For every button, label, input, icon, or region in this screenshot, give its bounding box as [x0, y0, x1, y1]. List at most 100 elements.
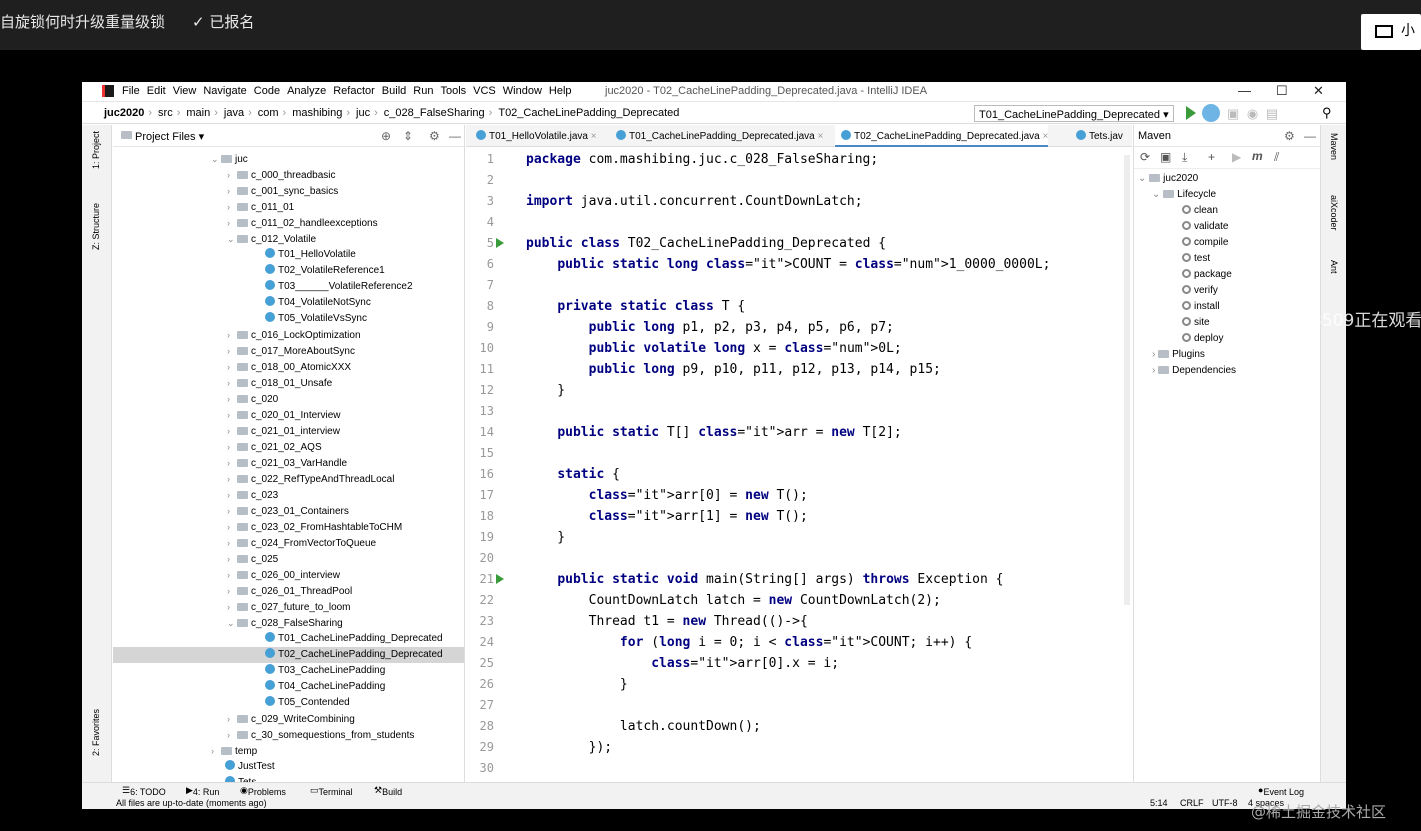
close-tab-icon[interactable]: × [1040, 131, 1048, 142]
small-window-button[interactable]: 小 [1361, 14, 1421, 50]
code-line[interactable]: 4 [466, 212, 1132, 233]
chevron-right-icon[interactable]: › [227, 727, 237, 743]
maven-goal[interactable]: package [1182, 267, 1232, 283]
cursor-position[interactable]: 5:14 [1150, 798, 1168, 808]
tree-folder[interactable]: › c_023_01_Containers [227, 503, 349, 519]
code-line[interactable]: 11 public long p9, p10, p11, p12, p13, p… [466, 359, 1132, 380]
chevron-right-icon[interactable]: › [227, 487, 237, 503]
code-line[interactable]: 15 [466, 443, 1132, 464]
tree-file[interactable]: T05_Contended [265, 695, 350, 711]
chevron-right-icon[interactable]: › [227, 391, 237, 407]
tree-folder[interactable]: ⌄ c_028_FalseSharing [227, 615, 343, 631]
menu-item-refactor[interactable]: Refactor [333, 85, 375, 97]
maven-goal[interactable]: validate [1182, 219, 1228, 235]
maven-goal[interactable]: install [1182, 299, 1220, 315]
tree-folder[interactable]: › c_027_future_to_loom [227, 599, 351, 615]
tree-folder[interactable]: › c_30_somequestions_from_students [227, 727, 414, 743]
menu-item-navigate[interactable]: Navigate [203, 85, 246, 97]
code-line[interactable]: 20 [466, 548, 1132, 569]
code-line[interactable]: 12 } [466, 380, 1132, 401]
tree-folder[interactable]: › c_011_02_handleexceptions [227, 215, 378, 231]
chevron-right-icon[interactable]: › [227, 375, 237, 391]
chevron-right-icon[interactable]: › [227, 711, 237, 727]
code-line[interactable]: 10 public volatile long x = class="num">… [466, 338, 1132, 359]
tree-folder[interactable]: › c_018_01_Unsafe [227, 375, 332, 391]
tree-file[interactable]: T02_VolatileReference1 [265, 263, 385, 279]
tree-folder[interactable]: › c_025 [227, 551, 278, 567]
editor-tab[interactable]: T01_HelloVolatile.java × [470, 125, 597, 147]
chevron-right-icon[interactable]: › [227, 583, 237, 599]
refresh-icon[interactable]: ⟳ [1140, 150, 1150, 164]
editor-scrollbar[interactable] [1124, 155, 1130, 605]
maximize-icon[interactable]: ☐ [1276, 83, 1288, 99]
tree-folder[interactable]: › c_020_01_Interview [227, 407, 341, 423]
run-gutter-icon[interactable] [496, 238, 504, 248]
chevron-right-icon[interactable]: › [227, 455, 237, 471]
menu-item-edit[interactable]: Edit [147, 85, 166, 97]
tree-file[interactable]: T02_CacheLinePadding_Deprecated [265, 647, 443, 663]
chevron-right-icon[interactable]: › [227, 535, 237, 551]
tree-file[interactable]: JustTest [225, 759, 275, 775]
tree-folder[interactable]: › c_017_MoreAboutSync [227, 343, 355, 359]
tree-file[interactable]: T03______VolatileReference2 [265, 279, 413, 295]
chevron-right-icon[interactable]: › [227, 471, 237, 487]
code-line[interactable]: 22 CountDownLatch latch = new CountDownL… [466, 590, 1132, 611]
event-log-button[interactable]: ● Event Log [1258, 785, 1304, 797]
line-separator[interactable]: CRLF [1180, 798, 1204, 808]
tree-folder[interactable]: ⌄ c_012_Volatile [227, 231, 316, 247]
tree-folder[interactable]: › c_021_01_interview [227, 423, 340, 439]
tree-folder[interactable]: › c_011_01 [227, 199, 294, 215]
tree-folder[interactable]: › c_026_01_ThreadPool [227, 583, 352, 599]
code-line[interactable]: 8 private static class T { [466, 296, 1132, 317]
tree-folder[interactable]: › c_016_LockOptimization [227, 327, 361, 343]
aixcoder-tool-tab[interactable]: aiXcoder [1329, 195, 1339, 231]
tree-folder[interactable]: › c_023_02_FromHashtableToCHM [227, 519, 402, 535]
close-icon[interactable]: ✕ [1313, 83, 1324, 99]
tree-file[interactable]: T05_VolatileVsSync [265, 311, 367, 327]
maven-toolbar[interactable]: ⟳ ▣ ⤓ + ▶ m ⫽ [1134, 147, 1320, 169]
chevron-right-icon[interactable]: › [227, 503, 237, 519]
breadcrumb-item[interactable]: java [224, 107, 244, 119]
code-line[interactable]: 21 public static void main(String[] args… [466, 569, 1132, 590]
tree-folder[interactable]: › c_018_00_AtomicXXX [227, 359, 351, 375]
gear-icon[interactable]: ⚙ [1284, 129, 1295, 143]
menu-item-view[interactable]: View [173, 85, 197, 97]
minimize-icon[interactable]: — [1238, 83, 1251, 98]
maven-root[interactable]: ⌄ juc2020 [1138, 171, 1198, 187]
code-line[interactable]: 9 public long p1, p2, p3, p4, p5, p6, p7… [466, 317, 1132, 338]
favorites-tool-tab[interactable]: 2: Favorites [91, 709, 101, 756]
code-line[interactable]: 24 for (long i = 0; i < class="it">COUNT… [466, 632, 1132, 653]
code-line[interactable]: 25 class="it">arr[0].x = i; [466, 653, 1132, 674]
tree-folder[interactable]: ⌄ juc [211, 151, 248, 167]
chevron-right-icon[interactable]: › [227, 599, 237, 615]
ant-tool-tab[interactable]: Ant [1329, 260, 1339, 274]
code-line[interactable]: 23 Thread t1 = new Thread(()->{ [466, 611, 1132, 632]
hide-icon[interactable]: — [449, 129, 461, 143]
gear-icon[interactable]: ⚙ [429, 129, 440, 143]
tree-file[interactable]: Tets [225, 775, 256, 782]
editor-tab-active[interactable]: T02_CacheLinePadding_Deprecated.java × [835, 125, 1049, 147]
tree-file[interactable]: T04_CacheLinePadding [265, 679, 385, 695]
chevron-right-icon[interactable]: › [211, 743, 221, 759]
chevron-right-icon[interactable]: › [227, 567, 237, 583]
maven-goal[interactable]: test [1182, 251, 1210, 267]
tree-file[interactable]: T04_VolatileNotSync [265, 295, 371, 311]
tree-file[interactable]: T01_CacheLinePadding_Deprecated [265, 631, 443, 647]
maven-goal[interactable]: compile [1182, 235, 1228, 251]
chevron-right-icon[interactable]: › [227, 215, 237, 231]
run-tool-button[interactable]: ▶ 4: Run [186, 785, 219, 797]
close-tab-icon[interactable]: × [588, 131, 597, 142]
maven-goal-icon[interactable]: m [1252, 149, 1263, 163]
hide-icon[interactable]: — [1304, 129, 1316, 143]
terminal-tool-button[interactable]: ▭ Terminal [310, 785, 353, 797]
tree-folder[interactable]: › c_021_03_VarHandle [227, 455, 347, 471]
code-line[interactable]: 2 [466, 170, 1132, 191]
chevron-right-icon[interactable]: › [227, 423, 237, 439]
tree-folder[interactable]: › c_000_threadbasic [227, 167, 336, 183]
add-folder-icon[interactable]: ▣ [1160, 150, 1171, 164]
run-maven-icon[interactable]: ▶ [1232, 150, 1241, 164]
download-icon[interactable]: ⤓ [1182, 150, 1187, 165]
chevron-down-icon[interactable]: ⌄ [227, 615, 237, 631]
menu-item-window[interactable]: Window [503, 85, 542, 97]
maven-tool-tab[interactable]: Maven [1329, 133, 1339, 160]
